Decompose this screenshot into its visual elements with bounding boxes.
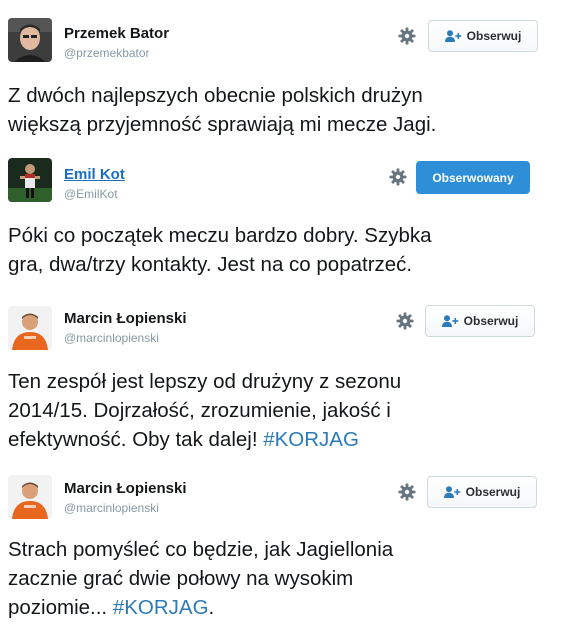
tweet-text-segment: efektywność. Oby tak dalej! <box>8 428 264 451</box>
settings-gear-icon[interactable] <box>398 483 416 501</box>
hashtag-link[interactable]: #KORJAG <box>113 596 209 619</box>
tweet-text: Z dwóch najlepszych obecnie polskich dru… <box>8 81 566 139</box>
tweet-text: Ten zespół jest lepszy od drużyny z sezo… <box>8 367 566 454</box>
settings-gear-icon[interactable] <box>389 168 407 186</box>
follow-person-plus-icon <box>441 315 459 327</box>
user-name[interactable]: Marcin Łopienski <box>64 480 187 497</box>
user-handle[interactable]: @marcinlopienski <box>64 331 159 345</box>
follow-button[interactable]: Obserwuj <box>425 305 535 337</box>
tweet-text-line: efektywność. Oby tak dalej! #KORJAG <box>8 425 566 454</box>
tweet-text-segment: . <box>208 596 215 619</box>
tweet-text: Strach pomyśleć co będzie, jak Jagiellon… <box>8 535 566 622</box>
tweet-text-line: większą przyjemność sprawiają mi mecze J… <box>8 113 437 136</box>
tweet: Emil Kot @EmilKot Obserwowany Póki co po… <box>0 150 574 295</box>
user-name[interactable]: Emil Kot <box>64 166 125 183</box>
tweet-text-line: gra, dwa/trzy kontakty. Jest na co popat… <box>8 253 413 276</box>
follow-button-label: Obserwuj <box>466 29 522 43</box>
tweet-text-line: Z dwóch najlepszych obecnie polskich dru… <box>8 84 423 107</box>
tweet-text-segment: poziomie... <box>8 596 113 619</box>
user-name[interactable]: Marcin Łopienski <box>64 310 187 327</box>
user-name[interactable]: Przemek Bator <box>64 25 169 42</box>
avatar[interactable] <box>8 475 52 519</box>
follow-button[interactable]: Obserwuj <box>428 20 538 52</box>
tweet-text-line: zacznie grać dwie połowy na wysokim <box>8 567 354 590</box>
tweet-text-line: Strach pomyśleć co będzie, jak Jagiellon… <box>8 538 394 561</box>
following-button[interactable]: Obserwowany <box>416 161 530 194</box>
tweet: Marcin Łopienski @marcinlopienski Obserw… <box>0 465 574 641</box>
avatar[interactable] <box>8 158 52 202</box>
hashtag-link[interactable]: #KORJAG <box>263 428 359 451</box>
avatar[interactable] <box>8 18 52 62</box>
tweet: Marcin Łopienski @marcinlopienski Obserw… <box>0 295 574 465</box>
follow-person-plus-icon <box>443 486 461 498</box>
tweet-text-line: Ten zespół jest lepszy od drużyny z sezo… <box>8 370 402 393</box>
avatar[interactable] <box>8 306 52 350</box>
user-handle[interactable]: @przemekbator <box>64 46 150 60</box>
user-handle[interactable]: @EmilKot <box>64 187 118 201</box>
tweet-text-line: Póki co początek meczu bardzo dobry. Szy… <box>8 224 432 247</box>
follow-button-label: Obserwuj <box>465 485 521 499</box>
tweet-text: Póki co początek meczu bardzo dobry. Szy… <box>8 221 566 279</box>
follow-button-label: Obserwuj <box>463 314 519 328</box>
follow-button[interactable]: Obserwuj <box>427 476 537 508</box>
tweet: Przemek Bator @przemekbator Obserwuj Z d… <box>0 0 574 150</box>
follow-person-plus-icon <box>444 30 462 42</box>
settings-gear-icon[interactable] <box>396 312 414 330</box>
tweet-text-line: poziomie... #KORJAG. <box>8 593 566 622</box>
settings-gear-icon[interactable] <box>398 27 416 45</box>
following-button-label: Obserwowany <box>432 170 514 185</box>
user-handle[interactable]: @marcinlopienski <box>64 501 159 515</box>
tweet-text-line: 2014/15. Dojrzałość, zrozumienie, jakość… <box>8 399 391 422</box>
